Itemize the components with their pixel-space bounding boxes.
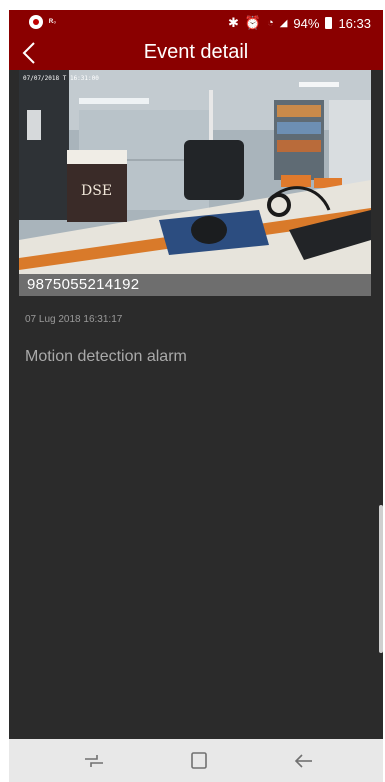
screen: ᴿ◦ ✱ ⏰ ◔ ◢ 94% 16:33 Event detail DSE 07…	[9, 10, 383, 782]
home-button[interactable]	[184, 747, 214, 775]
system-back-button[interactable]	[289, 747, 319, 775]
bluetooth-icon: ✱	[227, 15, 239, 30]
system-nav-bar	[9, 739, 383, 782]
box-label: DSE	[81, 183, 112, 199]
status-bar: ᴿ◦ ✱ ⏰ ◔ ◢ 94% 16:33	[9, 10, 383, 36]
signal-icon: ◢	[279, 17, 288, 29]
snapshot-timestamp: 07/07/2018 T 16:31:00	[23, 75, 99, 82]
record-icon	[29, 15, 43, 29]
recents-icon	[85, 755, 103, 767]
battery-icon	[325, 17, 333, 29]
clock: 16:33	[338, 15, 371, 31]
event-datetime: 07 Lug 2018 16:31:17	[25, 314, 123, 325]
device-id-bar: 9875055214192	[19, 274, 371, 296]
event-type: Motion detection alarm	[25, 348, 187, 365]
scrollbar[interactable]	[379, 505, 383, 653]
app-bar: Event detail	[9, 36, 383, 70]
status-right: ✱ ⏰ ◔ ◢ 94% 16:33	[228, 15, 371, 31]
device-id: 9875055214192	[27, 276, 140, 293]
status-left: ᴿ◦	[29, 15, 56, 29]
home-icon	[191, 752, 207, 769]
page-title: Event detail	[143, 41, 249, 63]
alarm-icon: ⏰	[244, 15, 262, 30]
recents-button[interactable]	[79, 747, 109, 775]
event-snapshot-image[interactable]: DSE 07/07/2018 T 16:31:00	[19, 70, 371, 274]
back-arrow-icon	[294, 754, 312, 768]
wifi-icon: ◔	[267, 17, 274, 29]
battery-percent: 94%	[293, 15, 320, 31]
notification-icon: ᴿ◦	[49, 17, 57, 27]
